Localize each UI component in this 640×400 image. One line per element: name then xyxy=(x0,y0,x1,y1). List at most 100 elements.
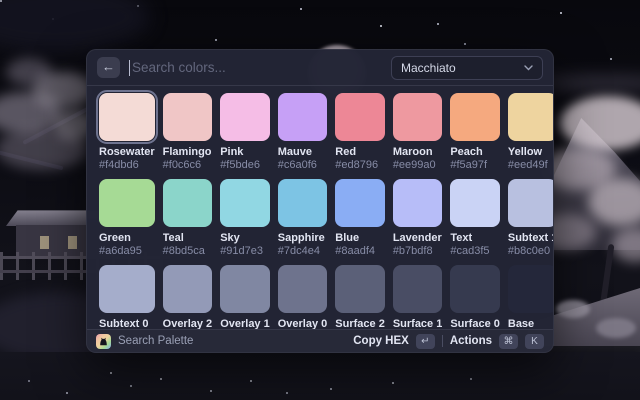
swatch-color xyxy=(99,265,155,313)
swatch-hex: #f5bde6 xyxy=(220,159,270,172)
swatch-color xyxy=(278,179,328,227)
swatch-grid: Rosewater#f4dbd6Flamingo#f0c6c6Pink#f5bd… xyxy=(99,93,541,329)
swatch-cell-surface-2[interactable]: Surface 2 xyxy=(335,265,385,329)
swatch-color xyxy=(450,179,500,227)
return-key-icon[interactable]: ↵ xyxy=(416,334,435,349)
screen: ← Search colors... Macchiato Rosewater#f… xyxy=(0,0,640,400)
swatch-name: Teal xyxy=(163,232,213,245)
swatch-cell-peach[interactable]: Peach#f5a97f xyxy=(450,93,500,179)
text-caret xyxy=(129,60,130,76)
swatch-hex: #ed8796 xyxy=(335,159,385,172)
search-topbar: ← Search colors... Macchiato xyxy=(87,50,553,86)
color-search-dialog: ← Search colors... Macchiato Rosewater#f… xyxy=(86,49,554,353)
swatch-name: Overlay 2 xyxy=(163,318,213,329)
swatch-name: Lavender xyxy=(393,232,443,245)
swatch-hex: #eed49f xyxy=(508,159,553,172)
swatch-name: Text xyxy=(450,232,500,245)
swatch-hex: #ee99a0 xyxy=(393,159,443,172)
swatch-color xyxy=(393,265,443,313)
swatch-name: Green xyxy=(99,232,155,245)
swatch-cell-lavender[interactable]: Lavender#b7bdf8 xyxy=(393,179,443,265)
swatch-name: Red xyxy=(335,146,385,159)
swatch-cell-text[interactable]: Text#cad3f5 xyxy=(450,179,500,265)
action-bar: Search Palette Copy HEX ↵ Actions ⌘ K xyxy=(87,329,553,352)
swatch-cell-mauve[interactable]: Mauve#c6a0f6 xyxy=(278,93,328,179)
swatch-name: Sapphire xyxy=(278,232,328,245)
swatch-grid-scroll[interactable]: Rosewater#f4dbd6Flamingo#f0c6c6Pink#f5bd… xyxy=(87,86,553,329)
swatch-color xyxy=(450,93,500,141)
wallpaper-cloud xyxy=(540,76,640,90)
copy-hex-action[interactable]: Copy HEX xyxy=(353,335,409,347)
swatch-cell-maroon[interactable]: Maroon#ee99a0 xyxy=(393,93,443,179)
swatch-cell-subtext-1[interactable]: Subtext 1#b8c0e0 xyxy=(508,179,553,265)
swatch-cell-sky[interactable]: Sky#91d7e3 xyxy=(220,179,270,265)
swatch-cell-overlay-1[interactable]: Overlay 1 xyxy=(220,265,270,329)
swatch-name: Mauve xyxy=(278,146,328,159)
swatch-name: Overlay 0 xyxy=(278,318,328,329)
swatch-name: Overlay 1 xyxy=(220,318,270,329)
swatch-hex: #f4dbd6 xyxy=(99,159,155,172)
swatch-hex: #f0c6c6 xyxy=(163,159,213,172)
swatch-cell-yellow[interactable]: Yellow#eed49f xyxy=(508,93,553,179)
swatch-cell-sapphire[interactable]: Sapphire#7dc4e4 xyxy=(278,179,328,265)
swatch-name: Subtext 0 xyxy=(99,318,155,329)
swatch-color xyxy=(393,93,443,141)
wallpaper-rock xyxy=(556,300,590,318)
swatch-hex: #b8c0e0 xyxy=(508,245,553,258)
swatch-hex: #f5a97f xyxy=(450,159,500,172)
swatch-color xyxy=(450,265,500,313)
swatch-color xyxy=(163,179,213,227)
chevron-down-icon xyxy=(524,65,533,71)
swatch-cell-rosewater[interactable]: Rosewater#f4dbd6 xyxy=(99,93,155,179)
swatch-color xyxy=(508,179,553,227)
swatch-cell-overlay-2[interactable]: Overlay 2 xyxy=(163,265,213,329)
swatch-name: Subtext 1 xyxy=(508,232,553,245)
swatch-cell-blue[interactable]: Blue#8aadf4 xyxy=(335,179,385,265)
command-key-icon[interactable]: ⌘ xyxy=(499,334,518,349)
swatch-color xyxy=(508,93,553,141)
swatch-cell-subtext-0[interactable]: Subtext 0 xyxy=(99,265,155,329)
swatch-name: Pink xyxy=(220,146,270,159)
wallpaper-ground xyxy=(0,352,640,400)
footer-divider xyxy=(442,335,443,347)
swatch-name: Base xyxy=(508,318,553,329)
search-input[interactable]: Search colors... xyxy=(129,50,382,85)
swatch-cell-pink[interactable]: Pink#f5bde6 xyxy=(220,93,270,179)
extension-name: Search Palette xyxy=(118,335,193,347)
swatch-cell-overlay-0[interactable]: Overlay 0 xyxy=(278,265,328,329)
wallpaper-house-window xyxy=(68,236,77,249)
palette-dropdown-value: Macchiato xyxy=(401,61,518,75)
palette-dropdown[interactable]: Macchiato xyxy=(391,56,543,80)
swatch-cell-surface-1[interactable]: Surface 1 xyxy=(393,265,443,329)
swatch-name: Maroon xyxy=(393,146,443,159)
swatch-cell-flamingo[interactable]: Flamingo#f0c6c6 xyxy=(163,93,213,179)
search-placeholder: Search colors... xyxy=(132,60,226,75)
swatch-cell-red[interactable]: Red#ed8796 xyxy=(335,93,385,179)
swatch-name: Surface 1 xyxy=(393,318,443,329)
swatch-name: Flamingo xyxy=(163,146,213,159)
swatch-color xyxy=(278,93,328,141)
wallpaper-blossom-left xyxy=(6,58,52,86)
back-button[interactable]: ← xyxy=(97,57,120,78)
swatch-color xyxy=(335,265,385,313)
swatch-hex: #a6da95 xyxy=(99,245,155,258)
swatch-hex: #cad3f5 xyxy=(450,245,500,258)
swatch-cell-surface-0[interactable]: Surface 0 xyxy=(450,265,500,329)
swatch-color xyxy=(508,265,553,313)
swatch-name: Blue xyxy=(335,232,385,245)
swatch-cell-base[interactable]: Base xyxy=(508,265,553,329)
swatch-hex: #c6a0f6 xyxy=(278,159,328,172)
swatch-color xyxy=(99,93,155,141)
swatch-hex: #8aadf4 xyxy=(335,245,385,258)
swatch-color xyxy=(393,179,443,227)
swatch-name: Yellow xyxy=(508,146,553,159)
swatch-cell-green[interactable]: Green#a6da95 xyxy=(99,179,155,265)
wallpaper-house-window xyxy=(40,236,49,249)
swatch-color xyxy=(220,179,270,227)
swatch-cell-teal[interactable]: Teal#8bd5ca xyxy=(163,179,213,265)
actions-menu-button[interactable]: Actions xyxy=(450,335,492,347)
back-arrow-icon: ← xyxy=(102,59,115,74)
swatch-color xyxy=(278,265,328,313)
swatch-color xyxy=(99,179,155,227)
k-key-icon[interactable]: K xyxy=(525,334,544,349)
